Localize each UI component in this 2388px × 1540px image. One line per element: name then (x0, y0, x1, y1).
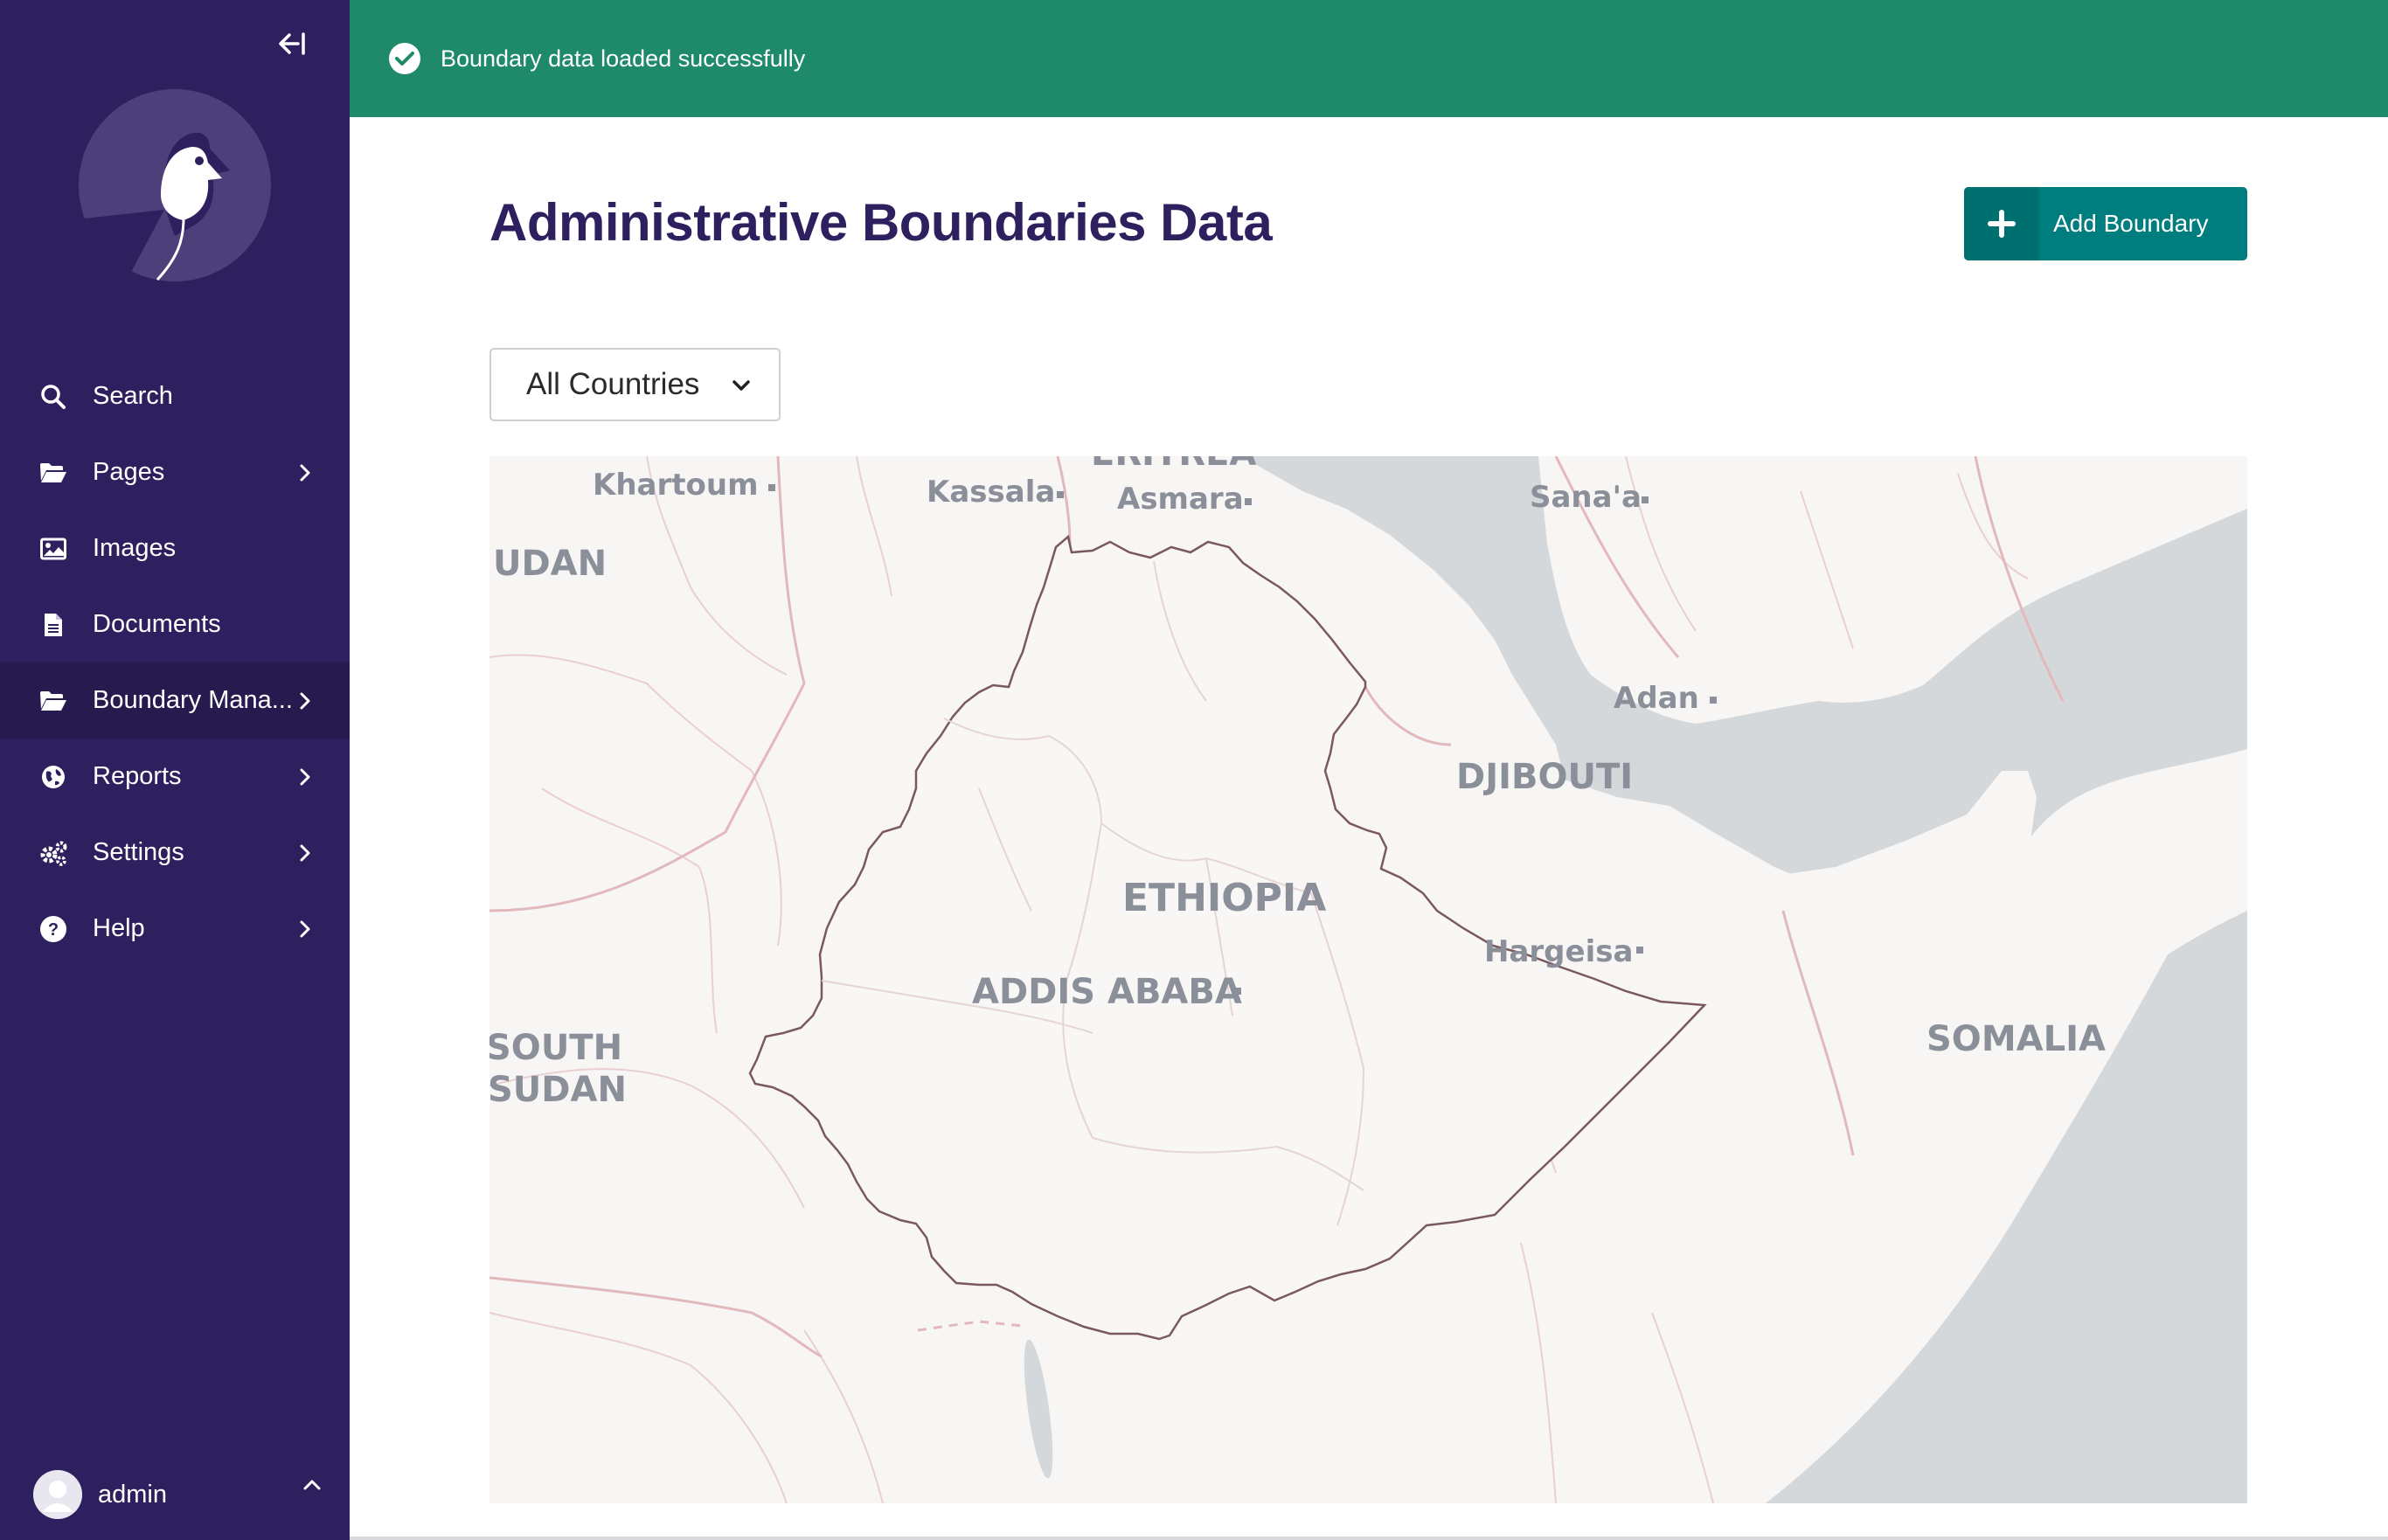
sidebar-item-settings[interactable]: Settings (0, 815, 350, 891)
banner-message: Boundary data loaded successfully (441, 45, 806, 72)
image-icon (38, 534, 68, 564)
collapse-left-icon (279, 32, 305, 55)
map-label-adan: Adan (1614, 681, 1699, 716)
sidebar-item-label: Help (93, 914, 145, 942)
search-icon (38, 382, 68, 412)
chevron-right-icon (299, 434, 311, 510)
chevron-down-icon (730, 374, 753, 401)
wagtail-logo[interactable] (77, 87, 273, 283)
sidebar-item-label: Reports (93, 762, 182, 790)
bottom-divider (350, 1537, 2388, 1540)
success-banner: Boundary data loaded successfully (350, 0, 2388, 117)
country-filter-select[interactable]: All Countries (489, 348, 781, 421)
svg-text:?: ? (48, 920, 59, 940)
map-canvas[interactable]: Khartoum Kassala ERITREA Asmara Sana'a U… (489, 456, 2247, 1503)
map-label-sanaa: Sana'a (1530, 480, 1642, 515)
folder-open-icon (38, 686, 68, 716)
sidebar-item-pages[interactable]: Pages (0, 434, 350, 510)
map-label-somalia: SOMALIA (1926, 1019, 2106, 1059)
cogs-icon (38, 838, 68, 868)
map-label-khartoum: Khartoum (593, 468, 759, 503)
add-boundary-label: Add Boundary (2053, 210, 2209, 237)
sidebar-item-label: Documents (93, 610, 221, 638)
map-label-asmara: Asmara (1117, 482, 1244, 517)
sidebar-item-label: Pages (93, 458, 165, 486)
map-label-south-sudan: SUDAN (489, 1070, 627, 1110)
sidebar-item-boundary-management[interactable]: Boundary Mana... (0, 662, 350, 739)
folder-open-icon (38, 458, 68, 488)
chevron-right-icon (299, 815, 311, 891)
plus-icon (1964, 187, 2039, 260)
sidebar-item-help[interactable]: ? Help (0, 891, 350, 967)
user-name: admin (98, 1480, 167, 1509)
document-icon (38, 610, 68, 640)
chevron-right-icon (299, 739, 311, 815)
map-label-eritrea: ERITREA (1091, 456, 1256, 474)
app: Search Pages Images Documents Boundary M… (0, 0, 2388, 1540)
sidebar-item-search[interactable]: Search (0, 358, 350, 434)
chevron-right-icon (299, 891, 311, 967)
chevron-up-icon (302, 1479, 322, 1495)
sidebar-item-label: Boundary Mana... (93, 686, 293, 714)
map-label-south: SOUTH (489, 1028, 622, 1068)
sidebar-item-documents[interactable]: Documents (0, 586, 350, 662)
add-boundary-button[interactable]: Add Boundary (1964, 187, 2247, 260)
map-label-kassala: Kassala (927, 475, 1055, 510)
map-label-addis-ababa: ADDIS ABABA (972, 972, 1242, 1012)
sidebar-item-label: Search (93, 382, 173, 410)
account-menu-toggle[interactable]: admin (33, 1468, 322, 1521)
map-label-sudan: UDAN (493, 544, 607, 584)
sidebar-item-images[interactable]: Images (0, 510, 350, 586)
country-filter-value: All Countries (526, 367, 700, 401)
sidebar-item-label: Images (93, 534, 177, 562)
sidebar-item-reports[interactable]: Reports (0, 739, 350, 815)
collapse-sidebar-button[interactable] (274, 28, 309, 59)
page-title: Administrative Boundaries Data (489, 193, 1273, 252)
map-label-djibouti: DJIBOUTI (1456, 757, 1633, 797)
map-label-ethiopia: ETHIOPIA (1122, 876, 1326, 920)
boundary-map[interactable]: Khartoum Kassala ERITREA Asmara Sana'a U… (489, 456, 2247, 1503)
help-icon: ? (38, 914, 68, 944)
main-content: Administrative Boundaries Data Add Bound… (350, 117, 2388, 1540)
main-nav: Search Pages Images Documents Boundary M… (0, 358, 350, 967)
check-circle-icon (389, 43, 420, 74)
globe-icon (38, 762, 68, 792)
chevron-right-icon (299, 662, 311, 739)
map-label-hargeisa: Hargeisa (1484, 934, 1633, 969)
sidebar-item-label: Settings (93, 838, 184, 866)
avatar (33, 1470, 82, 1519)
sidebar: Search Pages Images Documents Boundary M… (0, 0, 350, 1540)
